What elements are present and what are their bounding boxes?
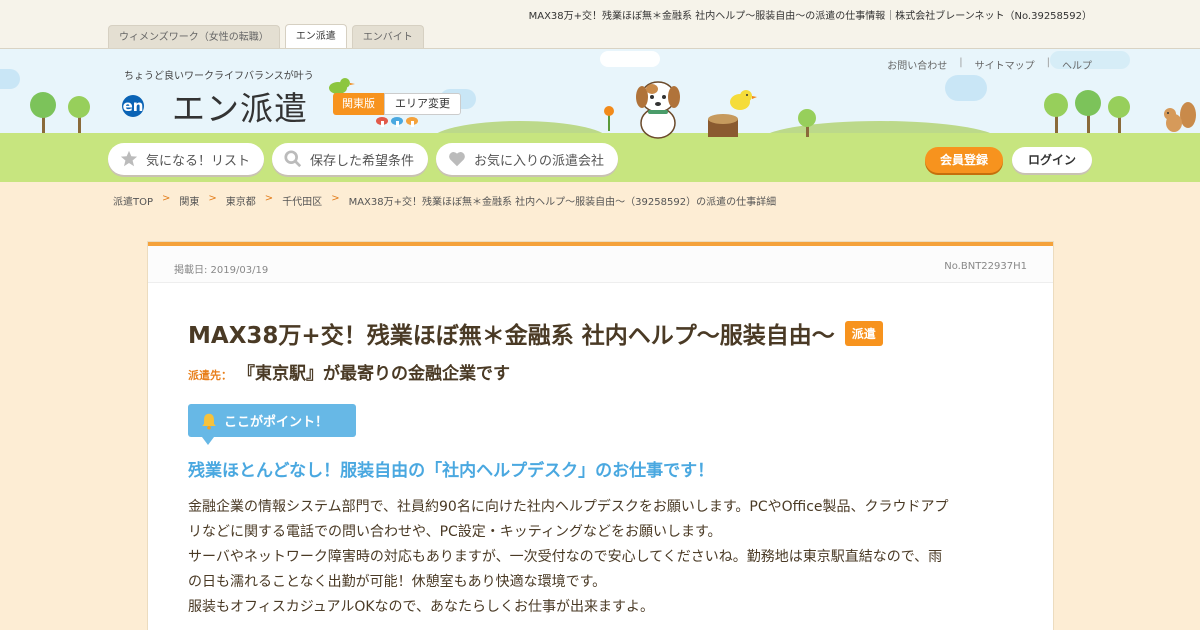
card-meta: 掲載日: 2019/03/19 No.BNT22937H1 [148,246,1053,283]
tab-en-haken[interactable]: エン派遣 [284,24,347,48]
cloud-decoration [600,51,660,67]
chevron-right-icon: > [162,193,171,204]
job-description: 金融企業の情報システム部門で、社員約90名に向けた社内ヘルプデスクをお願いします… [188,495,1018,620]
divider: | [1046,57,1050,68]
bird-icon [730,90,757,110]
tagline: ちょうど良いワークライフバランスが叶う [124,71,314,82]
en-logo-mark: en [122,95,144,117]
posted-date: 掲載日: 2019/03/19 [174,265,269,276]
region-change-button[interactable]: エリア変更 [384,93,461,115]
destination-value: 『東京駅』が最寄りの金融企業です [238,364,510,384]
destination-label: 派遣先： [188,369,232,382]
divider: | [959,57,963,68]
description-line: サーバやネットワーク障害時の対応もありますが、一次受付なので安心してくださいね。… [188,549,943,565]
breadcrumb: 派遣TOP > 関東 > 東京都 > 千代田区 > MAX38万+交！残業ほぼ無… [113,193,776,208]
logo-text: エン派遣 [172,89,308,128]
heart-icon [449,152,465,167]
top-strip: MAX38万+交！残業ほぼ無＊金融系 社内ヘルプ～服装自由～の派遣の仕事情報｜株… [0,0,1200,48]
nav-watch-list[interactable]: 気になる！リスト [108,143,265,175]
site-header: ちょうど良いワークライフバランスが叶う en エン派遣 関東版 エリア変更 お問… [0,48,1200,182]
point-label: ここがポイント！ [224,415,329,430]
breadcrumb-current: MAX38万+交！残業ほぼ無＊金融系 社内ヘルプ～服装自由～（39258592）… [348,197,777,208]
cloud-decoration [945,75,987,101]
tab-en-baito[interactable]: エンバイト [351,25,424,48]
stump-icon [708,114,738,137]
nav-saved-conditions[interactable]: 保存した希望条件 [272,143,429,175]
sitemap-link[interactable]: サイトマップ [975,57,1035,72]
main-nav: 気になる！リスト 保存した希望条件 お気に入りの派遣会社 [108,143,619,175]
dispatch-destination: 派遣先： 『東京駅』が最寄りの金融企業です [188,359,510,384]
description-line: 服装もオフィスカジュアルOKなので、あなたらしくお仕事が出来ますよ。 [188,599,654,615]
chevron-right-icon: > [264,193,274,204]
nav-label: 気になる！リスト [146,153,251,169]
job-number: No.BNT22937H1 [944,261,1027,272]
chevron-right-icon: > [331,193,340,204]
tree-icon [1044,90,1130,133]
page-title-line: MAX38万+交！残業ほぼ無＊金融系 社内ヘルプ～服装自由～の派遣の仕事情報｜株… [528,11,1092,22]
contact-link[interactable]: お問い合わせ [887,57,947,72]
login-button[interactable]: ログイン [1012,147,1093,173]
point-heading: ここがポイント！ [188,404,356,445]
nav-favorite-agencies[interactable]: お気に入りの派遣会社 [436,143,619,175]
utility-links: お問い合わせ | サイトマップ | ヘルプ [887,57,1092,72]
region-selector: 関東版 エリア変更 [333,93,461,115]
bell-icon [202,413,216,430]
description-line: の日も濡れることなく出勤が可能！休憩室もあり快適な環境です。 [188,574,607,590]
mushroom-icon [376,117,418,127]
employment-type-badge: 派遣 [844,320,883,346]
tree-icon [30,92,90,133]
description-line: 金融企業の情報システム部門で、社員約90名に向けた社内ヘルプデスクをお願いします… [188,499,949,515]
breadcrumb-item[interactable]: 関東 [179,193,199,208]
nav-label: お気に入りの派遣会社 [474,153,605,169]
tab-womens-work[interactable]: ウィメンズワーク（女性の転職） [108,25,280,48]
dog-icon [636,81,680,139]
site-tabs: ウィメンズワーク（女性の転職） エン派遣 エンバイト [108,24,424,48]
chevron-right-icon: > [208,193,217,204]
help-link[interactable]: ヘルプ [1062,57,1092,72]
squirrel-icon [1164,102,1196,132]
breadcrumb-item[interactable]: 千代田区 [282,193,322,208]
cloud-decoration [0,69,20,89]
search-icon [284,150,302,168]
star-icon [120,150,138,167]
breadcrumb-item[interactable]: 東京都 [226,193,256,208]
flower-icon [604,106,614,131]
nav-label: 保存した希望条件 [310,153,415,169]
tree-icon [798,109,816,137]
member-register-button[interactable]: 会員登録 [925,147,1004,173]
catch-copy: 残業ほとんどなし！服装自由の「社内ヘルプデスク」のお仕事です！ [188,461,715,481]
job-title-text: MAX38万+交！残業ほぼ無＊金融系 社内ヘルプ～服装自由～ [188,323,835,349]
region-label: 関東版 [333,93,384,115]
description-line: リなどに関する電話での問い合わせや、PC設定・キッティングなどをお願いします。 [188,524,722,540]
job-title: MAX38万+交！残業ほぼ無＊金融系 社内ヘルプ～服装自由～ 派遣 [188,316,883,350]
breadcrumb-item[interactable]: 派遣TOP [113,193,153,208]
job-detail-card: 掲載日: 2019/03/19 No.BNT22937H1 MAX38万+交！残… [148,242,1053,630]
logo[interactable]: en エン派遣 [122,82,308,130]
